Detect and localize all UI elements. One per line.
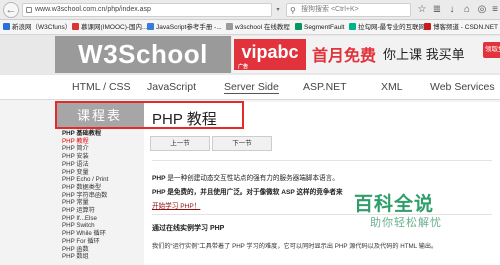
ad-headline: 首月免费	[312, 48, 377, 65]
sidebar-section-title: PHP 基础教程	[62, 130, 102, 137]
sidebar-item-php-arrays[interactable]: PHP 数组	[55, 253, 144, 261]
bookmark-item[interactable]: 拉勾网-最专业的互联网...	[349, 21, 431, 35]
sidebar-item-php-constants[interactable]: PHP 常量	[55, 199, 144, 207]
reading-list-icon[interactable]: ≣	[431, 4, 443, 16]
bookmark-label: w3school 在线教程	[235, 24, 290, 31]
bookmark-item[interactable]: w3school 在线教程	[226, 21, 290, 35]
sidebar-item-php-intro[interactable]: PHP 简介	[55, 145, 144, 153]
sidebar-item-php-switch[interactable]: PHP Switch	[55, 222, 144, 230]
bookmark-favicon-icon	[424, 23, 431, 30]
sidebar-menu: PHP 基础教程 PHP 教程 PHP 简介 PHP 安装 PHP 语法 PHP…	[55, 130, 144, 265]
bookmark-favicon-icon	[349, 23, 356, 30]
ad-brand-logo: vipabc 广告	[234, 39, 306, 70]
main-nav: HTML / CSS JavaScript Server Side ASP.NE…	[0, 75, 500, 100]
extension-icon[interactable]: ◎	[476, 4, 488, 16]
ad-cta-button[interactable]: 领取免费	[483, 42, 500, 58]
star-icon[interactable]: ☆	[416, 4, 428, 16]
prev-button[interactable]: 上一节	[150, 136, 210, 151]
browser-toolbar: ← www.w3school.com.cn/php/index.asp ▾ ⚲ …	[0, 0, 500, 20]
intro-paragraph-2: PHP 是免费的，并且使用广泛。对于像微软 ASP 这样的竞争者来	[152, 186, 343, 196]
address-bar[interactable]: www.w3school.com.cn/php/index.asp	[22, 3, 272, 17]
back-arrow-icon[interactable]: ←	[3, 2, 19, 18]
sidebar-item-php-operators[interactable]: PHP 运算符	[55, 207, 144, 215]
intro-bold-text: PHP 是免费的，并且使用广泛。对于像微软 ASP 这样的竞争者来	[152, 189, 343, 196]
ad-banner[interactable]: vipabc 广告 首月免费 你上课 我买单 领取免费	[232, 36, 500, 73]
url-dropdown-icon[interactable]: ▾	[273, 3, 283, 17]
download-icon[interactable]: ↓	[446, 4, 458, 16]
intro-paragraph: PHP 是一种创建动态交互性站点的强有力的服务器端脚本语言。	[152, 172, 339, 182]
watermark-subtitle: 助你轻松解忧	[370, 217, 442, 229]
bookmark-favicon-icon	[147, 23, 154, 30]
bookmark-label: 拉勾网-最专业的互联网...	[358, 24, 431, 31]
nav-item-html-css[interactable]: HTML / CSS	[72, 81, 131, 93]
nav-item-web-services[interactable]: Web Services	[430, 81, 495, 93]
search-placeholder: 搜狗搜索 <Ctrl+K>	[301, 6, 359, 13]
sidebar-item-php-syntax[interactable]: PHP 语法	[55, 161, 144, 169]
nav-item-asp-net[interactable]: ASP.NET	[303, 81, 347, 93]
intro-keyword: PHP	[152, 175, 166, 182]
nav-item-server-side[interactable]: Server Side	[224, 81, 279, 94]
bookmark-favicon-icon	[295, 23, 302, 30]
bookmarks-bar: 新浪网（W3Cfuns） 慕课网(IMOOC)-国内... JavaScript…	[0, 21, 500, 35]
sidebar-item-php-datatypes[interactable]: PHP 数据类型	[55, 184, 144, 192]
bookmark-favicon-icon	[3, 23, 10, 30]
watermark-title: 百科全说	[354, 194, 435, 215]
sidebar-item-php-echo-print[interactable]: PHP Echo / Print	[55, 176, 144, 184]
divider	[152, 160, 492, 161]
section-text: 我们的“运行实例”工具带着了 PHP 学习的难度，它可以同时显示出 PHP 源代…	[152, 243, 438, 250]
search-input[interactable]: ⚲ 搜狗搜索 <Ctrl+K>	[286, 3, 411, 17]
bookmark-favicon-icon	[226, 23, 233, 30]
sidebar-item-php-while[interactable]: PHP While 循环	[55, 230, 144, 238]
ad-brand-text: vipabc	[241, 42, 299, 62]
bookmark-item[interactable]: 新浪网（W3Cfuns）	[3, 21, 71, 35]
bookmark-label: SegmentFault	[304, 24, 345, 31]
site-logo[interactable]: W3School	[55, 36, 231, 73]
sidebar-item-php-if-else[interactable]: PHP If...Else	[55, 215, 144, 223]
bookmark-label: 新浪网（W3Cfuns）	[12, 24, 72, 31]
ad-label: 广告	[238, 64, 249, 70]
page-info-icon[interactable]	[26, 7, 32, 13]
watermark-logo: 百科全说 助你轻松解忧	[352, 189, 472, 235]
nav-item-javascript[interactable]: JavaScript	[147, 81, 196, 93]
bookmark-label: JavaScript参考手册 -...	[156, 24, 222, 31]
nav-item-xml[interactable]: XML	[381, 81, 403, 93]
pager: 上一节 下一节	[150, 136, 400, 154]
intro-text: 是一种创建动态交互性站点的强有力的服务器端脚本语言。	[165, 175, 339, 182]
start-learning-link[interactable]: 开始学习 PHP！	[152, 200, 200, 210]
bookmark-favicon-icon	[72, 23, 79, 30]
bookmark-item[interactable]: SegmentFault	[295, 21, 344, 35]
bookmark-label: 博客频道 - CSDN.NET	[433, 24, 498, 31]
sidebar-item-php-for[interactable]: PHP For 循环	[55, 238, 144, 246]
section-heading: 通过在线实例学习 PHP	[152, 225, 225, 232]
home-icon[interactable]: ⌂	[461, 4, 473, 16]
ad-tagline: 你上课 我买单	[383, 47, 465, 62]
bookmark-item[interactable]: JavaScript参考手册 -...	[147, 21, 222, 35]
url-text: www.w3school.com.cn/php/index.asp	[35, 6, 151, 13]
highlight-box	[55, 101, 244, 129]
menu-icon[interactable]: ≡	[489, 4, 500, 16]
next-button[interactable]: 下一节	[212, 136, 272, 151]
bookmark-item[interactable]: 慕课网(IMOOC)-国内...	[72, 21, 147, 35]
bookmark-label: 慕课网(IMOOC)-国内...	[81, 24, 148, 31]
sidebar-item-php-install[interactable]: PHP 安装	[55, 153, 144, 161]
search-icon: ⚲	[290, 6, 296, 15]
sidebar-item-php-variables[interactable]: PHP 变量	[55, 169, 144, 177]
bookmark-item[interactable]: 博客频道 - CSDN.NET	[424, 21, 498, 35]
